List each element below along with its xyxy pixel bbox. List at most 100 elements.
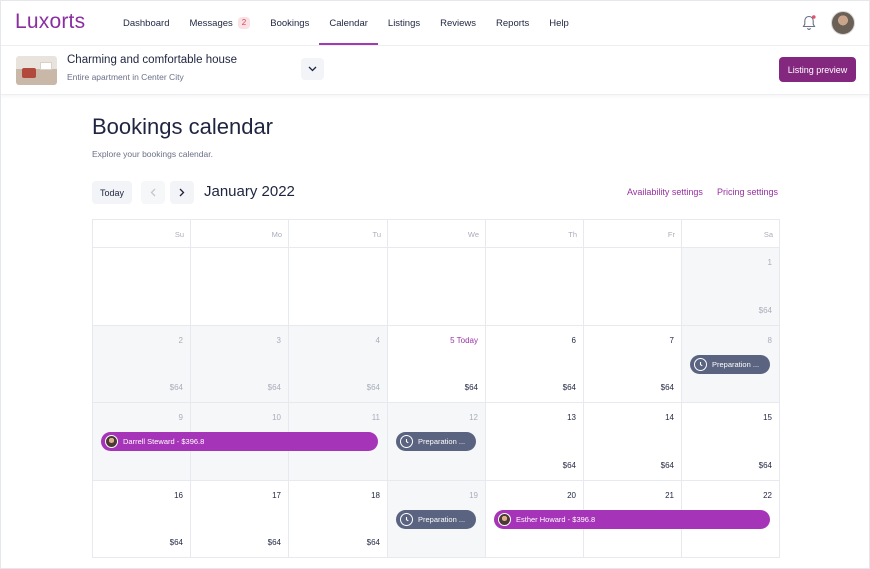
calendar-day-cell[interactable]: 2 $64 [92, 325, 190, 403]
calendar-day-cell[interactable]: 13 $64 [485, 403, 583, 481]
nav-label: Messages [189, 17, 233, 29]
notification-bell-icon[interactable] [801, 14, 817, 32]
weekday-header: Tu [288, 219, 387, 248]
page-subtitle: Explore your bookings calendar. [92, 149, 213, 159]
day-number: 16 [174, 490, 183, 500]
day-price: $64 [366, 383, 380, 392]
nav-label: Help [549, 17, 569, 29]
nav-reports[interactable]: Reports [486, 1, 539, 45]
clock-icon [400, 512, 413, 526]
preparation-event[interactable]: Preparation ... [396, 509, 476, 529]
day-number: 21 [665, 490, 674, 500]
guest-avatar [498, 512, 511, 526]
day-number: 15 [763, 413, 772, 422]
listing-title: Charming and comfortable house [67, 54, 238, 66]
event-label: Darrell Steward - $396.8 [123, 437, 205, 446]
day-number: 8 [767, 335, 772, 345]
page-title: Bookings calendar [92, 114, 274, 139]
day-price: $64 [366, 538, 380, 547]
calendar-empty-cell [485, 248, 583, 326]
day-number: 5 Today [450, 335, 478, 345]
day-number: 22 [763, 490, 772, 500]
calendar-day-cell[interactable]: 16 $64 [92, 480, 190, 558]
user-avatar[interactable] [831, 11, 855, 35]
nav-label: Dashboard [123, 17, 170, 29]
calendar-day-cell[interactable]: 7 $64 [583, 325, 681, 403]
chevron-right-icon [179, 188, 185, 197]
today-button[interactable]: Today [92, 181, 132, 204]
brand-logo[interactable]: Luxorts [15, 10, 85, 34]
day-price: $64 [660, 383, 674, 392]
calendar-day-cell[interactable]: 5 Today $64 [387, 325, 485, 403]
unread-count-badge: 2 [237, 17, 251, 29]
day-price: $64 [267, 383, 281, 392]
event-label: Preparation ... [712, 359, 760, 369]
main-nav: Dashboard Messages 2 Bookings Calendar Listin… [113, 1, 579, 45]
calendar-empty-cell [190, 248, 288, 326]
listing-thumbnail [16, 56, 57, 85]
nav-label: Bookings [270, 17, 310, 29]
listing-subtitle: Entire apartment in Center City [67, 72, 184, 82]
chevron-left-icon [150, 188, 156, 197]
previous-month-button[interactable] [141, 181, 165, 204]
current-month-label: January 2022 [204, 183, 295, 200]
listing-preview-button[interactable]: Listing preview [779, 57, 856, 82]
top-navigation: Luxorts Dashboard Messages 2 Bookings Calend… [1, 1, 869, 45]
nav-bookings[interactable]: Bookings [260, 1, 319, 45]
nav-help[interactable]: Help [539, 1, 579, 45]
calendar-day-cell[interactable]: 4 $64 [288, 325, 387, 403]
nav-dashboard[interactable]: Dashboard [113, 1, 179, 45]
day-price: $64 [660, 460, 674, 470]
calendar-day-cell[interactable]: 14 $64 [583, 403, 681, 481]
nav-messages[interactable]: Messages 2 [179, 1, 260, 45]
nav-reviews[interactable]: Reviews [430, 1, 486, 45]
calendar-day-cell[interactable]: 6 $64 [485, 325, 583, 403]
day-number: 20 [567, 490, 576, 500]
day-price: $64 [562, 460, 576, 470]
calendar-empty-cell [92, 248, 190, 326]
clock-icon [400, 435, 413, 448]
availability-settings-link[interactable]: Availability settings [627, 187, 703, 197]
nav-label: Reports [496, 17, 530, 29]
day-number: 18 [371, 490, 380, 500]
calendar-day-cell[interactable]: 18 $64 [288, 480, 387, 558]
day-number: 17 [272, 490, 281, 500]
calendar-day-cell[interactable]: 3 $64 [190, 325, 288, 403]
booking-event[interactable]: Esther Howard - $396.8 [494, 509, 770, 529]
day-price: $64 [758, 305, 772, 315]
preparation-event[interactable]: Preparation ... [396, 432, 476, 451]
day-price: $64 [464, 383, 478, 392]
nav-label: Reviews [440, 17, 477, 29]
day-price: $64 [169, 383, 183, 392]
day-price: $64 [758, 460, 772, 470]
day-number: 7 [669, 335, 674, 345]
booking-event[interactable]: Darrell Steward - $396.8 [101, 432, 378, 451]
day-number: 12 [469, 413, 478, 422]
listing-selector-bar [1, 45, 869, 95]
day-number: 10 [272, 413, 281, 422]
guest-avatar [105, 435, 118, 448]
nav-listings[interactable]: Listings [378, 1, 430, 45]
listing-dropdown-button[interactable] [301, 58, 324, 80]
calendar-day-cell[interactable]: 17 $64 [190, 480, 288, 558]
nav-calendar[interactable]: Calendar [319, 1, 378, 45]
nav-label: Calendar [329, 17, 368, 29]
weekday-header: Th [485, 219, 583, 248]
day-number: 2 [178, 335, 183, 345]
pricing-settings-link[interactable]: Pricing settings [717, 187, 778, 197]
day-number: 14 [665, 413, 674, 422]
weekday-header: Sa [681, 219, 779, 248]
next-month-button[interactable] [170, 181, 194, 204]
day-number: 9 [178, 413, 183, 422]
day-number: 11 [371, 413, 380, 422]
app-window: Luxorts Dashboard Messages 2 Bookings Calend… [0, 0, 870, 569]
chevron-down-icon [308, 66, 317, 72]
weekday-header: Su [92, 219, 190, 248]
calendar-border [779, 219, 780, 558]
preparation-event[interactable]: Preparation ... [690, 354, 770, 374]
day-number: 4 [375, 335, 380, 345]
calendar-day-cell[interactable]: 15 $64 [681, 403, 779, 481]
day-number: 1 [767, 258, 772, 267]
calendar-day-cell[interactable]: 1 $64 [681, 248, 779, 326]
calendar-empty-cell [387, 248, 485, 326]
